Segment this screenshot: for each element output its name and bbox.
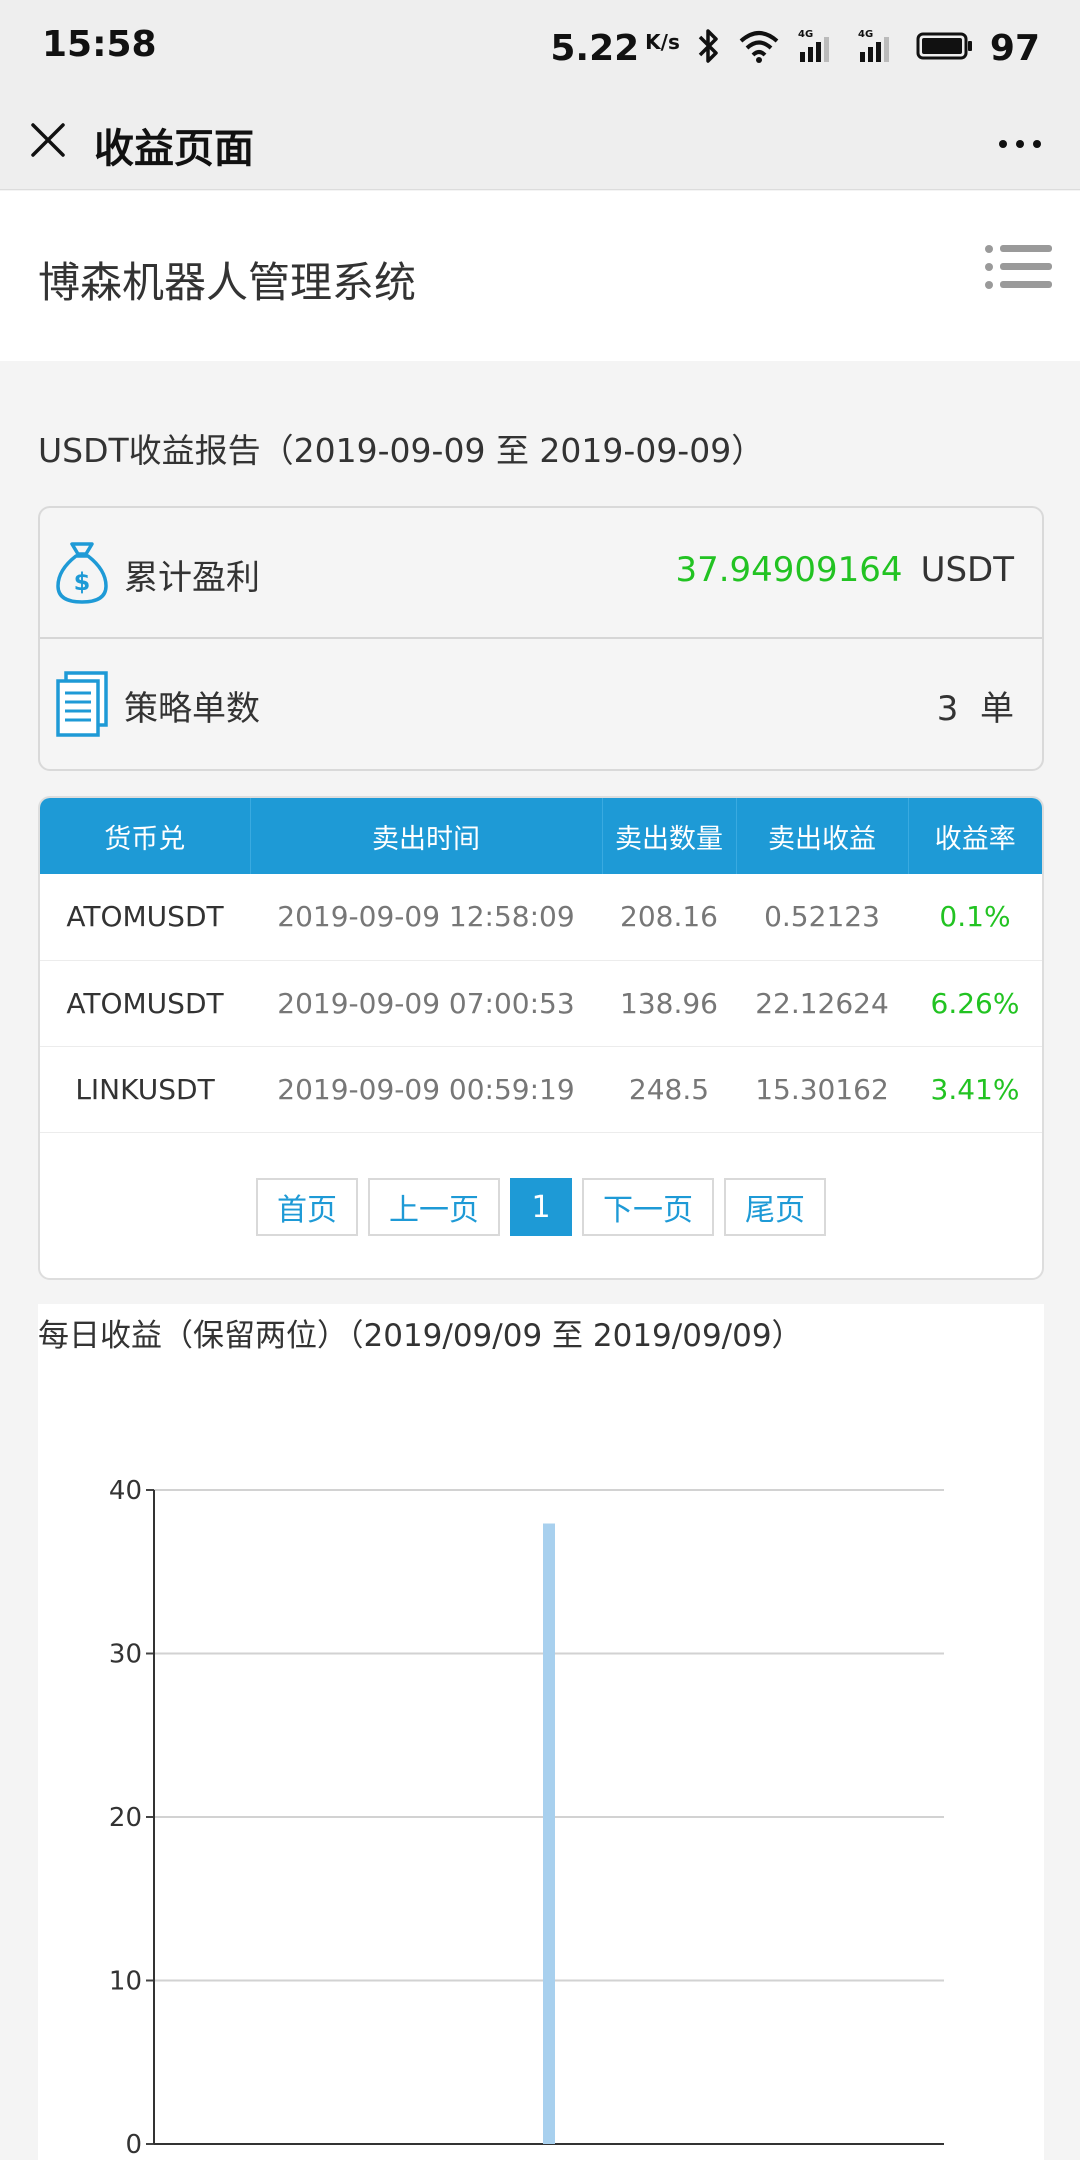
table-row: LINKUSDT 2019-09-09 00:59:19 248.5 15.30… (40, 1046, 1042, 1133)
cell-pair: ATOMUSDT (40, 960, 250, 1047)
header-sell-time[interactable]: 卖出时间 (250, 798, 603, 874)
table-row: ATOMUSDT 2019-09-09 07:00:53 138.96 22.1… (40, 960, 1042, 1047)
header-sell-profit[interactable]: 卖出收益 (736, 798, 909, 874)
sales-table: 货币兑 卖出时间 卖出数量 卖出收益 收益率 ATOMUSDT 2019-09-… (40, 798, 1042, 1133)
wifi-icon (738, 29, 780, 67)
profit-unit: USDT (920, 550, 1014, 590)
cellular-signal-icon-1: 4G (796, 28, 840, 68)
cell-profit-rate: 3.41% (908, 1046, 1042, 1133)
cell-pair: LINKUSDT (40, 1046, 250, 1133)
report-title: USDT收益报告（2019-09-09 至 2019-09-09） (38, 431, 765, 470)
cell-sell-profit: 22.12624 (736, 960, 908, 1047)
page-title: 收益页面 (94, 126, 254, 172)
site-header: 博森机器人管理系统 (0, 191, 1080, 361)
profit-label: 累计盈利 (124, 558, 260, 598)
list-menu-icon (984, 245, 1052, 307)
menu-button[interactable] (984, 243, 1052, 303)
y-tick-label: 30 (109, 1640, 142, 1670)
network-speed-unit: K/s (645, 29, 680, 54)
pagination: 首页 上一页 1 下一页 尾页 (40, 1178, 1042, 1238)
cell-pair: ATOMUSDT (40, 874, 250, 961)
more-options-button[interactable] (990, 118, 1050, 168)
network-speed: 5.22 K/s (550, 28, 680, 69)
status-icons: 5.22 K/s 4G 4G 97 (550, 24, 1040, 72)
daily-profit-chart: 0 10 20 30 40 (109, 1476, 944, 2160)
next-page-button[interactable]: 下一页 (582, 1178, 714, 1236)
y-tick-label: 20 (109, 1803, 142, 1833)
orders-label: 策略单数 (124, 689, 260, 729)
table-header-row: 货币兑 卖出时间 卖出数量 卖出收益 收益率 (40, 798, 1042, 874)
cell-sell-profit: 15.30162 (736, 1046, 908, 1133)
first-page-button[interactable]: 首页 (256, 1178, 358, 1236)
profit-value: 37.94909164 (675, 550, 903, 590)
status-time: 15:58 (42, 24, 157, 65)
summary-row-orders: 策略单数 3 单 (40, 639, 1042, 769)
document-icon (54, 671, 110, 737)
status-bar: 15:58 5.22 K/s 4G 4G 97 (0, 0, 1080, 96)
chart-bar (543, 1523, 555, 2144)
close-button[interactable] (22, 116, 74, 168)
prev-page-button[interactable]: 上一页 (368, 1178, 500, 1236)
signal-label-1: 4G (798, 29, 813, 40)
svg-text:$: $ (74, 568, 91, 596)
site-name: 博森机器人管理系统 (38, 258, 417, 307)
battery-icon (916, 31, 974, 65)
y-tick-label: 10 (109, 1967, 142, 1997)
cell-sell-quantity: 138.96 (602, 960, 736, 1047)
header-sell-quantity[interactable]: 卖出数量 (602, 798, 737, 874)
daily-profit-chart-card: 每日收益（保留两位）（2019/09/09 至 2019/09/09） 0 10 2… (38, 1304, 1044, 2160)
page-1-button[interactable]: 1 (510, 1178, 572, 1236)
cellular-signal-icon-2: 4G (856, 28, 900, 68)
money-bag-icon: $ (54, 540, 110, 606)
cell-profit-rate: 6.26% (908, 960, 1042, 1047)
network-speed-value: 5.22 (550, 27, 640, 69)
last-page-button[interactable]: 尾页 (724, 1178, 826, 1236)
cell-sell-time: 2019-09-09 00:59:19 (250, 1046, 602, 1133)
cell-profit-rate: 0.1% (908, 874, 1042, 961)
cell-sell-profit: 0.52123 (736, 874, 908, 961)
bluetooth-icon (696, 27, 722, 69)
cell-sell-quantity: 248.5 (602, 1046, 736, 1133)
close-icon (30, 122, 66, 162)
cell-sell-time: 2019-09-09 07:00:53 (250, 960, 602, 1047)
title-bar: 收益页面 (0, 96, 1080, 190)
more-icon (998, 134, 1042, 153)
profit-value-group: 37.94909164 USDT (675, 550, 1014, 590)
summary-row-profit: $ 累计盈利 37.94909164 USDT (40, 508, 1042, 639)
battery-level: 97 (989, 27, 1040, 69)
cell-sell-time: 2019-09-09 12:58:09 (250, 874, 602, 961)
sales-table-card: 货币兑 卖出时间 卖出数量 卖出收益 收益率 ATOMUSDT 2019-09-… (38, 796, 1044, 1280)
y-tick-label: 0 (125, 2130, 142, 2160)
summary-card: $ 累计盈利 37.94909164 USDT 策略单数 3 单 (38, 506, 1044, 771)
header-profit-rate[interactable]: 收益率 (908, 798, 1042, 874)
y-tick-label: 40 (109, 1476, 142, 1506)
cell-sell-quantity: 208.16 (602, 874, 736, 961)
orders-value: 3 单 (936, 689, 1014, 729)
table-row: ATOMUSDT 2019-09-09 12:58:09 208.16 0.52… (40, 874, 1042, 961)
header-pair[interactable]: 货币兑 (40, 798, 251, 874)
signal-label-2: 4G (858, 29, 873, 40)
